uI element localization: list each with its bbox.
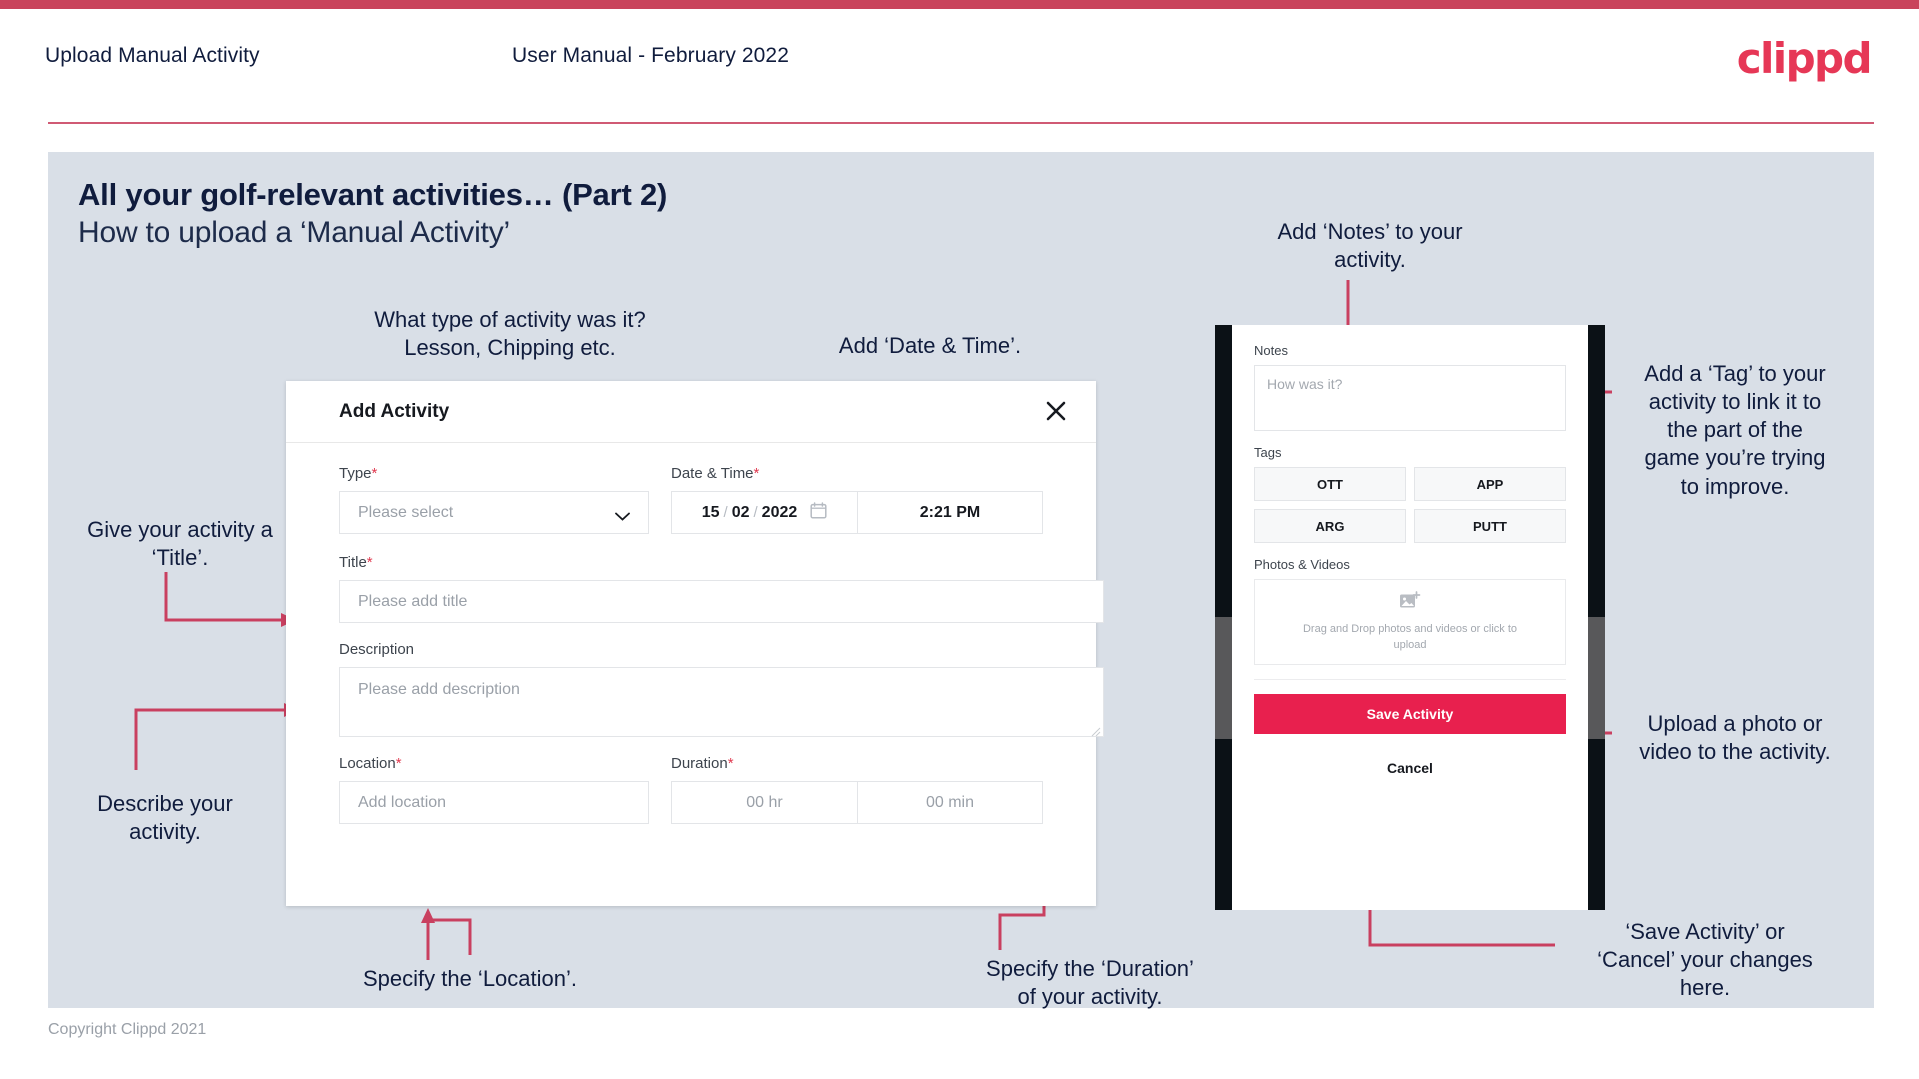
duration-minutes-input[interactable]: 00 min — [857, 781, 1043, 824]
phone-bezel-left — [1215, 325, 1232, 910]
description-placeholder: Please add description — [358, 681, 520, 698]
date-input[interactable]: 15 / 02 / 2022 — [671, 491, 857, 534]
duration-required-mark: * — [727, 755, 734, 772]
annotation-save-cancel: ‘Save Activity’ or ‘Cancel’ your changes h… — [1597, 919, 1813, 1001]
date-day: 15 — [701, 503, 720, 521]
clippd-logo: clippd — [1736, 34, 1873, 83]
slide-subtitle: How to upload a ‘Manual Activity’ — [78, 216, 510, 249]
location-label: Location* — [339, 755, 649, 772]
footer-copyright: Copyright Clippd 2021 — [48, 1021, 207, 1038]
duration-label: Duration* — [671, 755, 1043, 772]
header-title: Upload Manual Activity — [45, 44, 260, 67]
save-activity-button[interactable]: Save Activity — [1254, 694, 1566, 734]
date-year: 2022 — [761, 503, 798, 521]
duration-group: 00 hr 00 min — [671, 781, 1043, 824]
annotation-photos: Upload a photo or video to the activity. — [1639, 711, 1831, 765]
dialog-header: Add Activity — [286, 381, 1096, 443]
location-label-text: Location — [339, 755, 396, 772]
calendar-icon[interactable] — [810, 501, 827, 524]
phone-bezel-right — [1588, 325, 1605, 910]
date-sep-1: / — [723, 504, 728, 521]
tag-arg[interactable]: ARG — [1254, 509, 1406, 543]
annotation-location: Specify the ‘Location’. — [362, 966, 578, 991]
close-icon[interactable] — [1040, 395, 1072, 427]
field-title: Title* Please add title — [339, 554, 1104, 623]
time-input[interactable]: 2:21 PM — [857, 491, 1043, 534]
date-month: 02 — [731, 503, 750, 521]
phone-photos-label: Photos & Videos — [1254, 557, 1350, 572]
type-required-mark: * — [371, 465, 378, 482]
type-label-text: Type — [339, 465, 372, 482]
annotation-description: Describe your activity. — [97, 791, 233, 845]
title-required-mark: * — [366, 554, 373, 571]
phone-screen: Notes How was it? Tags OTT APP ARG PUTT … — [1232, 325, 1588, 910]
duration-hours-input[interactable]: 00 hr — [671, 781, 857, 824]
annotation-type: What type of activity was it? Lesson, Chi… — [374, 307, 646, 361]
location-input[interactable]: Add location — [339, 781, 649, 824]
top-accent-bar — [0, 0, 1919, 9]
field-type: Type* Please select — [339, 465, 649, 534]
datetime-required-mark: * — [753, 465, 760, 482]
activity-form: Type* Please select Date & Time* 15 / 02… — [286, 443, 1104, 824]
tag-ott[interactable]: OTT — [1254, 467, 1406, 501]
datetime-group: 15 / 02 / 2022 2:21 PM — [671, 491, 1043, 534]
annotation-notes: Add ‘Notes’ to your activity. — [1277, 219, 1463, 273]
phone-dropzone[interactable]: Drag and Drop photos and videos or click… — [1254, 579, 1566, 665]
date-sep-2: / — [753, 504, 758, 521]
tag-app[interactable]: APP — [1414, 467, 1566, 501]
title-input[interactable]: Please add title — [339, 580, 1104, 623]
chevron-down-icon — [615, 508, 630, 521]
phone-notes-label: Notes — [1254, 343, 1288, 358]
field-datetime: Date & Time* 15 / 02 / 2022 2:21 PM — [671, 465, 1043, 534]
title-label: Title* — [339, 554, 1043, 571]
field-duration: Duration* 00 hr 00 min — [671, 755, 1043, 824]
datetime-label-text: Date & Time — [671, 465, 754, 482]
slide-page: Upload Manual Activity User Manual - Feb… — [0, 0, 1919, 1079]
row-location-duration: Location* Add location Duration* 00 hr 0… — [339, 755, 1043, 824]
phone-notes-input[interactable]: How was it? — [1254, 365, 1566, 431]
field-location: Location* Add location — [339, 755, 649, 824]
type-select[interactable]: Please select — [339, 491, 649, 534]
phone-tags-label: Tags — [1254, 445, 1282, 460]
dialog-title: Add Activity — [339, 401, 450, 422]
datetime-label: Date & Time* — [671, 465, 1043, 482]
header-subtitle: User Manual - February 2022 — [512, 44, 789, 67]
tag-putt[interactable]: PUTT — [1414, 509, 1566, 543]
type-label: Type* — [339, 465, 649, 482]
phone-side-button-right — [1588, 617, 1605, 739]
field-description: Description Please add description — [339, 641, 1104, 737]
cancel-button[interactable]: Cancel — [1254, 760, 1566, 776]
annotation-date-time: Add ‘Date & Time’. — [838, 333, 1022, 358]
phone-divider — [1254, 679, 1566, 680]
header-divider — [48, 122, 1874, 124]
phone-dropzone-text: Drag and Drop photos and videos or click… — [1302, 622, 1517, 651]
annotation-title: Give your activity a ‘Title’. — [87, 517, 273, 571]
description-textarea[interactable]: Please add description — [339, 667, 1104, 737]
description-label: Description — [339, 641, 415, 658]
type-placeholder: Please select — [358, 503, 454, 521]
title-label-text: Title — [339, 554, 367, 571]
annotation-tags: Add a ‘Tag’ to your activity to link it t… — [1644, 361, 1826, 499]
phone-side-button-left — [1215, 617, 1232, 739]
add-image-icon — [1399, 590, 1421, 616]
slide-title: All your golf-relevant activities… (Part… — [78, 177, 668, 212]
row-type-datetime: Type* Please select Date & Time* 15 / 02… — [339, 465, 1043, 534]
location-required-mark: * — [395, 755, 402, 772]
add-activity-dialog: Add Activity Type* Please select Date & … — [286, 381, 1104, 906]
resize-grip-icon[interactable] — [1091, 724, 1101, 737]
annotation-duration: Specify the ‘Duration’ of your activity. — [986, 956, 1194, 1010]
phone-mockup: Notes How was it? Tags OTT APP ARG PUTT … — [1215, 325, 1605, 910]
duration-label-text: Duration — [671, 755, 728, 772]
phone-tags-grid: OTT APP ARG PUTT — [1254, 467, 1566, 543]
